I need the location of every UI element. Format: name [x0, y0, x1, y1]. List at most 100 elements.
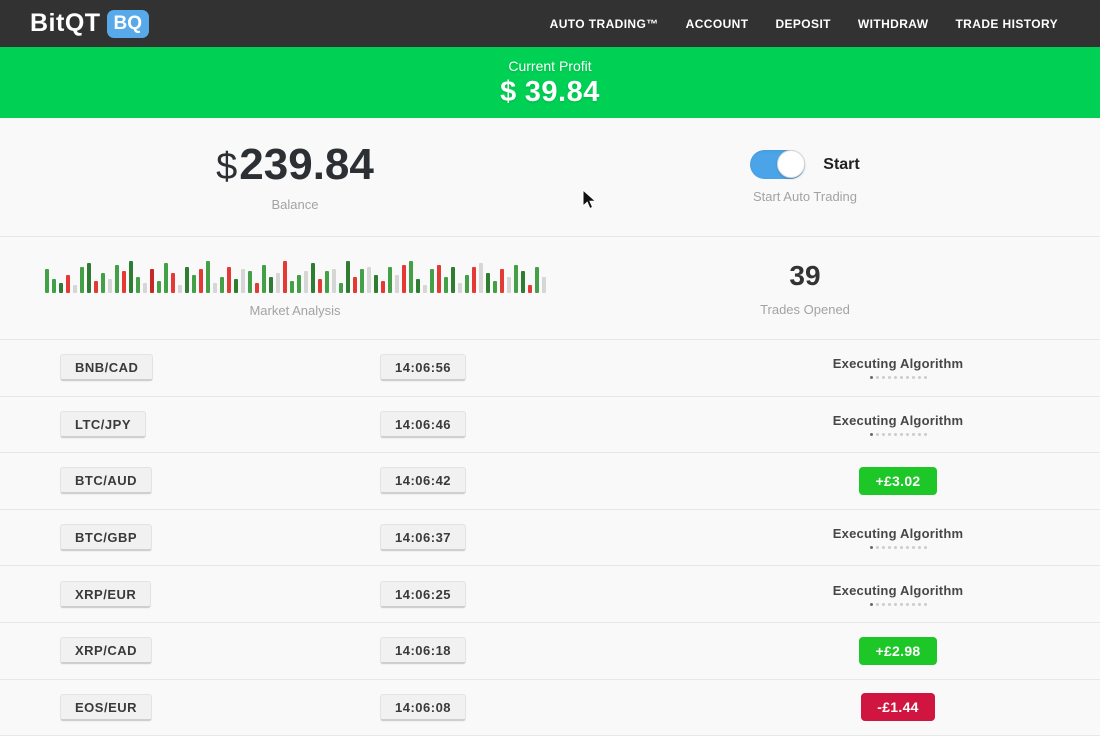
dot — [882, 546, 885, 549]
dot — [924, 603, 927, 606]
candle-bar — [115, 265, 119, 293]
nav-item-account[interactable]: ACCOUNT — [686, 17, 749, 31]
dot — [882, 433, 885, 436]
nav-menu: AUTO TRADING™ ACCOUNT DEPOSIT WITHDRAW TRADE… — [550, 17, 1058, 31]
profit-banner-label: Current Profit — [0, 58, 1100, 74]
candle-bar — [87, 263, 91, 293]
dot — [870, 433, 873, 436]
nav-item-auto-trading[interactable]: AUTO TRADING™ — [550, 17, 659, 31]
dot — [912, 546, 915, 549]
trade-status: Executing Algorithm — [736, 413, 1060, 436]
candle-bar — [108, 279, 112, 293]
candle-bar — [479, 263, 483, 293]
candle-bar — [493, 281, 497, 293]
dot — [888, 433, 891, 436]
pair-chip: XRP/EUR — [60, 581, 151, 608]
candle-bar — [136, 277, 140, 293]
candle-bar — [521, 271, 525, 293]
balance-currency: $ — [216, 146, 237, 188]
toggle-label: Start — [823, 156, 859, 174]
candle-bar — [150, 269, 154, 293]
trades-opened-label: Trades Opened — [760, 302, 850, 317]
dot — [906, 376, 909, 379]
progress-dots — [736, 546, 1060, 549]
candle-bar — [388, 267, 392, 293]
nav-item-trade-history[interactable]: TRADE HISTORY — [955, 17, 1058, 31]
candle-bar — [192, 275, 196, 293]
candle-bar — [157, 281, 161, 293]
profit-currency: $ — [500, 76, 517, 108]
result-badge: -£1.44 — [861, 693, 935, 721]
candle-bar — [276, 273, 280, 293]
pair-chip: BTC/AUD — [60, 467, 152, 494]
candle-bar — [360, 269, 364, 293]
balance-value: $239.84 — [216, 143, 374, 187]
time-chip: 14:06:37 — [380, 524, 466, 551]
result-badge: +£2.98 — [859, 637, 936, 665]
balance-amount: 239.84 — [239, 140, 374, 189]
candle-bar — [66, 275, 70, 293]
dot — [882, 603, 885, 606]
candle-bar — [507, 277, 511, 293]
dot — [876, 546, 879, 549]
candle-bar — [269, 277, 273, 293]
candle-bar — [227, 267, 231, 293]
candle-bar — [255, 283, 259, 293]
candle-bar — [339, 283, 343, 293]
candle-bar — [486, 273, 490, 293]
candle-bar — [409, 261, 413, 293]
candle-bar — [430, 269, 434, 293]
candle-bar — [206, 261, 210, 293]
candle-bar — [122, 271, 126, 293]
candle-bar — [402, 265, 406, 293]
dot — [918, 433, 921, 436]
dot — [900, 546, 903, 549]
dot — [924, 433, 927, 436]
auto-trading-toggle[interactable] — [750, 150, 805, 179]
executing-label: Executing Algorithm — [736, 526, 1060, 541]
balance-block: $239.84 Balance — [40, 118, 550, 236]
dot — [924, 546, 927, 549]
pair-chip: BTC/GBP — [60, 524, 152, 551]
balance-label: Balance — [272, 197, 319, 212]
dot — [906, 433, 909, 436]
dot — [876, 603, 879, 606]
dot — [912, 433, 915, 436]
executing-label: Executing Algorithm — [736, 413, 1060, 428]
candle-bar — [528, 285, 532, 293]
dot — [894, 433, 897, 436]
pair-chip: BNB/CAD — [60, 354, 153, 381]
candle-bar — [451, 267, 455, 293]
time-chip: 14:06:46 — [380, 411, 466, 438]
nav-item-withdraw[interactable]: WITHDRAW — [858, 17, 929, 31]
trade-list: BNB/CAD14:06:56Executing AlgorithmLTC/JP… — [0, 340, 1100, 736]
market-analysis-block: Market Analysis — [40, 237, 550, 339]
dot — [900, 376, 903, 379]
logo[interactable]: BitQT BQ — [30, 9, 149, 38]
candle-bar — [311, 263, 315, 293]
trade-status: +£2.98 — [736, 637, 1060, 665]
candle-bar — [80, 267, 84, 293]
candle-bar — [73, 285, 77, 293]
candle-bar — [367, 267, 371, 293]
trade-status: +£3.02 — [736, 467, 1060, 495]
candle-bar — [213, 283, 217, 293]
dot — [912, 376, 915, 379]
table-row: BTC/AUD14:06:42+£3.02 — [0, 453, 1100, 510]
dot — [924, 376, 927, 379]
nav-item-deposit[interactable]: DEPOSIT — [775, 17, 830, 31]
profit-amount: 39.84 — [525, 76, 600, 108]
table-row: LTC/JPY14:06:46Executing Algorithm — [0, 397, 1100, 454]
logo-text: BitQT — [30, 9, 101, 38]
dot — [918, 603, 921, 606]
candle-bar — [52, 279, 56, 293]
candle-bar — [542, 277, 546, 293]
candle-bar — [143, 283, 147, 293]
table-row: BNB/CAD14:06:56Executing Algorithm — [0, 340, 1100, 397]
progress-dots — [736, 376, 1060, 379]
trade-status: -£1.44 — [736, 693, 1060, 721]
stats-row-market: Market Analysis 39 Trades Opened — [0, 237, 1100, 340]
toggle-knob-icon — [777, 150, 805, 178]
candle-bar — [164, 263, 168, 293]
candle-bar — [297, 275, 301, 293]
